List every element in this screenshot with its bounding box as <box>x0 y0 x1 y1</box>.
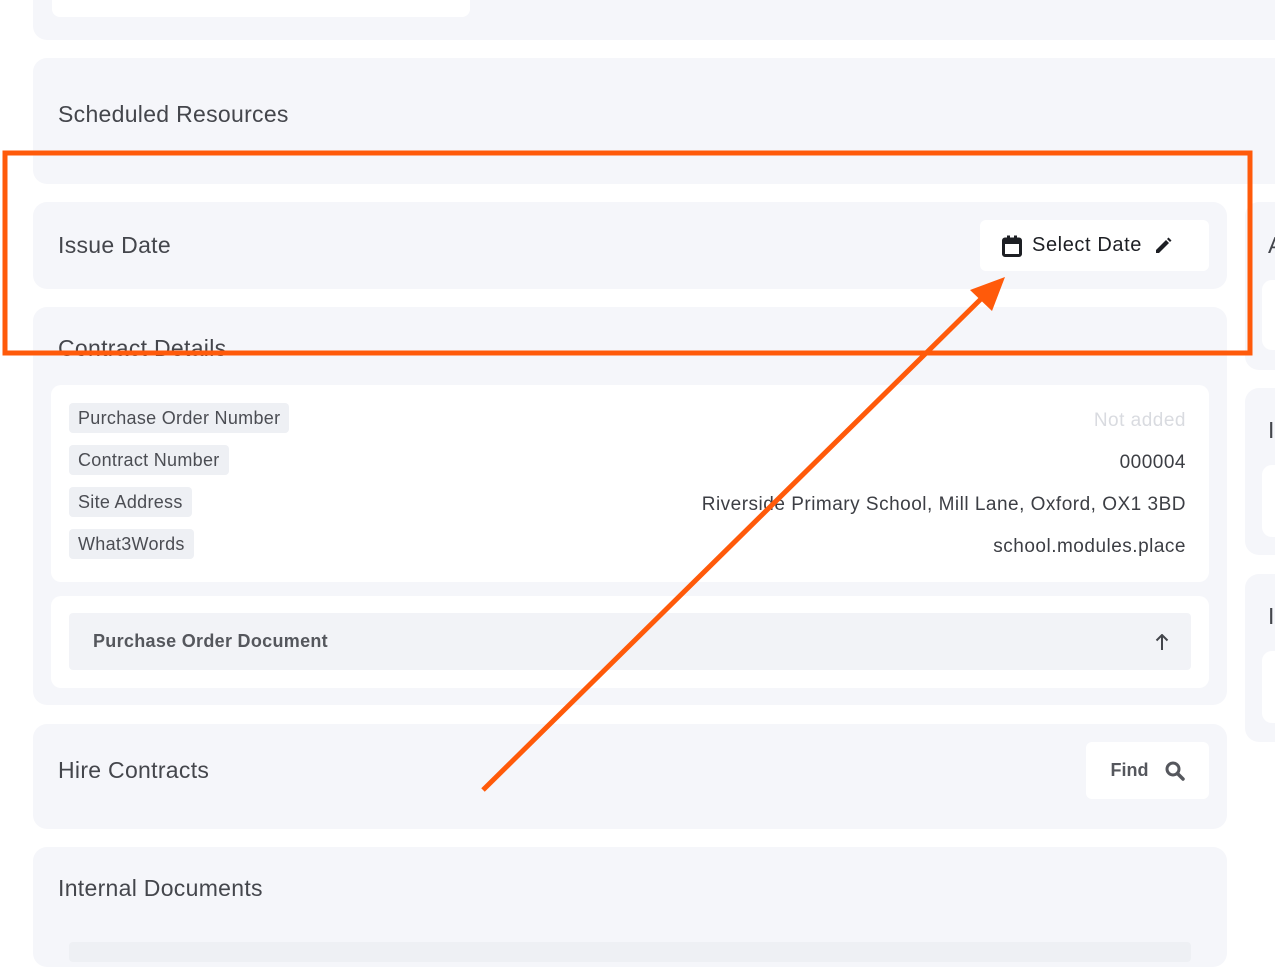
right-column-title-2: I <box>1268 417 1275 443</box>
right-column-title-3: I <box>1268 603 1275 629</box>
calendar-icon <box>1002 235 1022 257</box>
what3words-label: What3Words <box>69 529 194 559</box>
previous-section-inner <box>52 0 470 17</box>
right-column-inner-3 <box>1262 651 1275 723</box>
right-column-inner-2 <box>1262 465 1275 537</box>
purchase-order-document-row[interactable]: Purchase Order Document <box>69 613 1191 670</box>
find-button[interactable]: Find <box>1086 742 1209 799</box>
hire-contracts-title: Hire Contracts <box>58 757 210 783</box>
search-icon <box>1165 761 1185 781</box>
contract-number-value: 000004 <box>1119 452 1186 473</box>
scheduled-resources-title: Scheduled Resources <box>58 101 289 127</box>
select-date-label: Select Date <box>1032 234 1142 256</box>
site-address-label: Site Address <box>69 487 192 517</box>
pencil-icon <box>1154 237 1172 255</box>
find-label: Find <box>1110 760 1149 780</box>
contract-number-label: Contract Number <box>69 445 229 475</box>
contract-details-title: Contract Details <box>58 335 227 361</box>
arrow-up-icon[interactable] <box>1155 633 1169 651</box>
select-date-button[interactable]: Select Date <box>980 220 1209 271</box>
what3words-value: school.modules.place <box>993 536 1186 557</box>
purchase-order-number-value: Not added <box>1093 410 1186 431</box>
internal-documents-inner <box>69 942 1191 962</box>
site-address-value: Riverside Primary School, Mill Lane, Oxf… <box>701 494 1186 515</box>
purchase-order-number-label: Purchase Order Number <box>69 403 290 433</box>
purchase-order-document-label: Purchase Order Document <box>93 631 328 651</box>
right-column-inner-1 <box>1262 280 1275 350</box>
right-column-title-1: A <box>1268 232 1275 259</box>
issue-date-title: Issue Date <box>58 232 171 258</box>
internal-documents-title: Internal Documents <box>58 875 263 901</box>
hire-contracts-card <box>33 724 1227 829</box>
